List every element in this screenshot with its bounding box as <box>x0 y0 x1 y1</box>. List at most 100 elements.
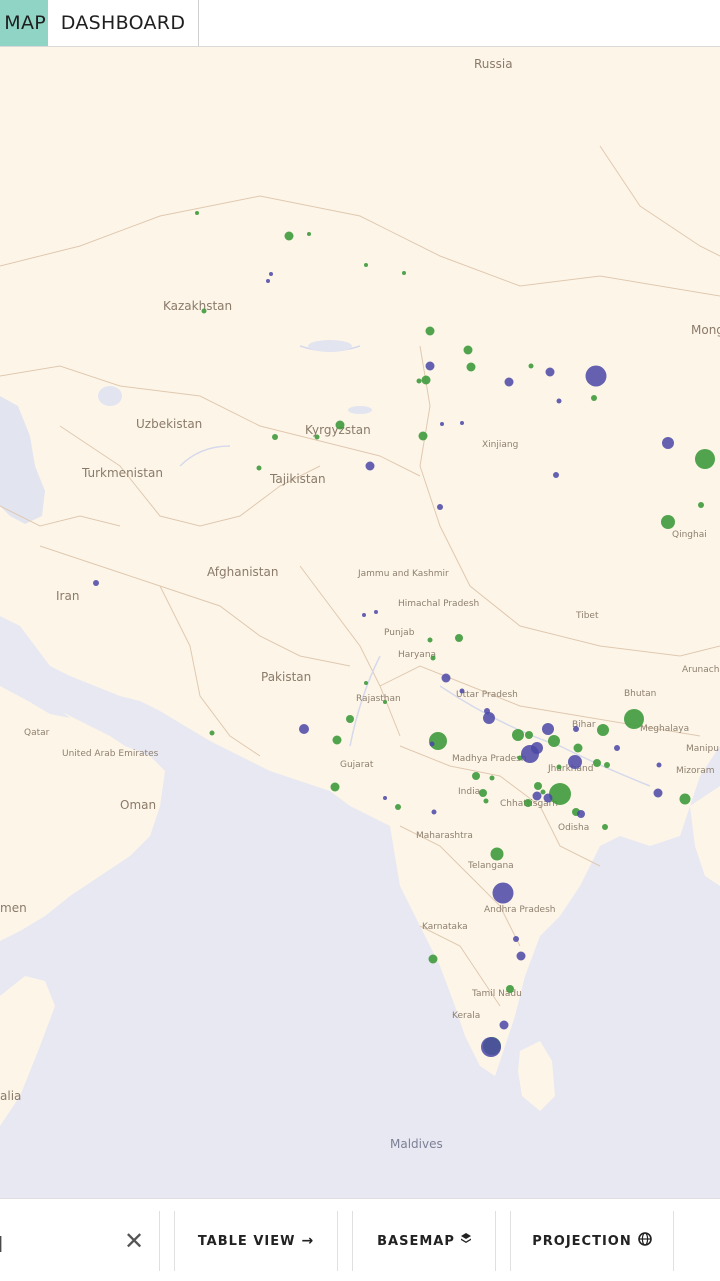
map-marker[interactable] <box>549 783 571 805</box>
map-canvas[interactable]: Russia Kazakhstan Mong Uzbekistan Kyrgyz… <box>0 46 720 1198</box>
map-marker[interactable] <box>597 724 609 736</box>
map-marker[interactable] <box>695 449 715 469</box>
map-marker[interactable] <box>585 365 607 387</box>
map-marker[interactable] <box>624 709 644 729</box>
map-marker[interactable] <box>506 985 514 993</box>
tab-map[interactable]: MAP <box>0 0 48 46</box>
map-marker[interactable] <box>314 434 320 440</box>
map-marker[interactable] <box>573 743 583 753</box>
map-marker[interactable] <box>524 799 532 807</box>
map-marker[interactable] <box>466 362 476 372</box>
map-marker[interactable] <box>374 610 378 614</box>
map-marker[interactable] <box>532 791 542 801</box>
map-marker[interactable] <box>656 762 662 768</box>
map-marker[interactable] <box>460 421 464 425</box>
map-marker[interactable] <box>513 936 519 942</box>
map-marker[interactable] <box>272 434 278 440</box>
map-marker[interactable] <box>429 732 447 750</box>
search-field[interactable]: | ✕ <box>0 1211 160 1271</box>
map-marker[interactable] <box>591 395 597 401</box>
map-marker[interactable] <box>421 375 431 385</box>
basemap-button[interactable]: BASEMAP <box>352 1211 496 1271</box>
map-marker[interactable] <box>516 951 526 961</box>
map-marker[interactable] <box>548 735 560 747</box>
map-marker[interactable] <box>395 804 401 810</box>
map-marker[interactable] <box>383 796 387 800</box>
map-marker[interactable] <box>437 504 443 510</box>
map-marker[interactable] <box>531 742 543 754</box>
map-marker[interactable] <box>195 211 199 215</box>
map-marker[interactable] <box>499 1020 509 1030</box>
map-marker[interactable] <box>534 782 542 790</box>
map-marker[interactable] <box>489 775 495 781</box>
map-marker[interactable] <box>512 729 524 741</box>
map-marker[interactable] <box>698 502 704 508</box>
map-marker[interactable] <box>307 232 311 236</box>
map-marker[interactable] <box>483 712 495 724</box>
map-marker[interactable] <box>269 272 273 276</box>
map-marker[interactable] <box>440 422 444 426</box>
map-marker[interactable] <box>525 731 533 739</box>
map-marker[interactable] <box>201 308 207 314</box>
map-marker[interactable] <box>418 431 428 441</box>
map-marker[interactable] <box>679 793 691 805</box>
map-marker[interactable] <box>483 798 489 804</box>
map-marker[interactable] <box>484 708 490 714</box>
map-marker[interactable] <box>543 793 553 803</box>
map-marker[interactable] <box>545 367 555 377</box>
map-marker[interactable] <box>266 279 270 283</box>
map-marker[interactable] <box>209 730 215 736</box>
map-marker[interactable] <box>402 271 406 275</box>
map-marker[interactable] <box>362 613 366 617</box>
projection-button[interactable]: PROJECTION <box>510 1211 674 1271</box>
map-marker[interactable] <box>556 398 562 404</box>
close-icon[interactable]: ✕ <box>124 1227 144 1255</box>
map-marker[interactable] <box>593 759 601 767</box>
map-marker[interactable] <box>577 810 585 818</box>
map-marker[interactable] <box>472 772 480 780</box>
map-marker[interactable] <box>481 1037 501 1057</box>
map-marker[interactable] <box>299 724 309 734</box>
map-marker[interactable] <box>463 345 473 355</box>
map-marker[interactable] <box>364 681 368 685</box>
map-marker[interactable] <box>346 715 354 723</box>
map-marker[interactable] <box>441 673 451 683</box>
map-marker[interactable] <box>335 420 345 430</box>
map-marker[interactable] <box>332 735 342 745</box>
map-marker[interactable] <box>556 764 562 770</box>
map-marker[interactable] <box>416 378 422 384</box>
map-marker[interactable] <box>653 788 663 798</box>
map-marker[interactable] <box>364 263 368 267</box>
map-marker[interactable] <box>428 954 438 964</box>
map-marker[interactable] <box>528 363 534 369</box>
map-marker[interactable] <box>459 688 465 694</box>
map-marker[interactable] <box>540 789 546 795</box>
map-marker[interactable] <box>425 326 435 336</box>
map-marker[interactable] <box>430 655 436 661</box>
map-marker[interactable] <box>492 882 514 904</box>
map-marker[interactable] <box>383 700 387 704</box>
map-marker[interactable] <box>431 809 437 815</box>
map-marker[interactable] <box>573 726 579 732</box>
map-marker[interactable] <box>504 377 514 387</box>
map-marker[interactable] <box>256 465 262 471</box>
map-marker[interactable] <box>429 741 435 747</box>
map-marker[interactable] <box>662 437 674 449</box>
map-marker[interactable] <box>479 789 487 797</box>
map-marker[interactable] <box>614 745 620 751</box>
map-marker[interactable] <box>455 634 463 642</box>
map-marker[interactable] <box>568 755 582 769</box>
map-marker[interactable] <box>425 361 435 371</box>
map-marker[interactable] <box>661 515 675 529</box>
map-marker[interactable] <box>284 231 294 241</box>
table-view-button[interactable]: TABLE VIEW → <box>174 1211 338 1271</box>
map-marker[interactable] <box>490 847 504 861</box>
map-marker[interactable] <box>365 461 375 471</box>
tab-dashboard[interactable]: DASHBOARD <box>48 0 199 46</box>
map-marker[interactable] <box>542 723 554 735</box>
map-marker[interactable] <box>604 762 610 768</box>
map-marker[interactable] <box>93 580 99 586</box>
map-marker[interactable] <box>427 637 433 643</box>
map-marker[interactable] <box>602 824 608 830</box>
map-marker[interactable] <box>330 782 340 792</box>
